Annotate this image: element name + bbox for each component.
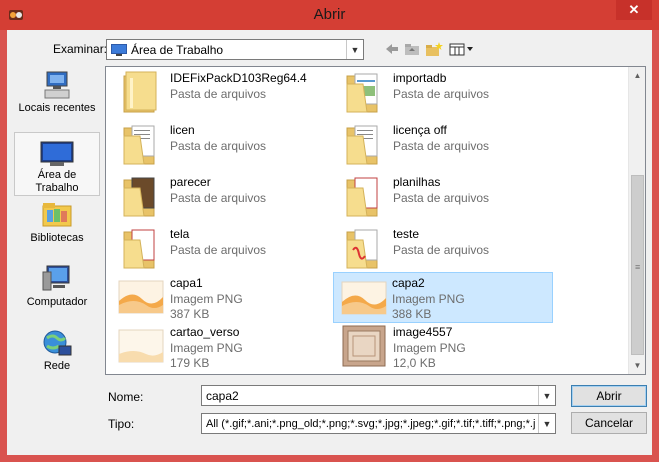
open-button[interactable]: Abrir	[571, 385, 647, 407]
file-kind: Pasta de arquivos	[393, 87, 490, 101]
dialog-window: Abrir ✕ Examinar: Área de Trabalho ▼ Loc…	[0, 0, 659, 462]
place-label: Computador	[26, 296, 88, 308]
file-name: planilhas	[393, 175, 441, 189]
file-kind: Pasta de arquivos	[393, 139, 490, 153]
file-kind: Pasta de arquivos	[170, 139, 267, 153]
place-label: Locais recentes	[18, 102, 96, 114]
libraries-icon	[42, 203, 72, 227]
image-thumbnail	[118, 280, 164, 314]
recent-places-icon	[44, 71, 70, 99]
file-item[interactable]: image4557 Imagem PNG 12,0 KB	[335, 322, 555, 370]
chevron-down-icon[interactable]: ▼	[346, 40, 363, 59]
file-name: capa2	[392, 276, 425, 290]
file-kind: Pasta de arquivos	[393, 243, 490, 257]
filename-label: Nome:	[108, 390, 144, 404]
vertical-scrollbar[interactable]: ▲ ≡ ▼	[628, 67, 645, 374]
lookin-label: Examinar:	[53, 42, 108, 56]
file-item[interactable]: IDEFixPackD103Reg64.4 Pasta de arquivos	[112, 68, 332, 116]
file-item[interactable]: importadb Pasta de arquivos	[335, 68, 555, 116]
file-item[interactable]: planilhas Pasta de arquivos	[335, 172, 555, 220]
desktop-icon	[40, 141, 74, 166]
new-folder-icon[interactable]	[425, 40, 443, 58]
file-size: 12,0 KB	[393, 356, 436, 370]
scroll-down-arrow-icon[interactable]: ▼	[629, 357, 645, 374]
file-name: tela	[170, 227, 190, 241]
view-menu-icon[interactable]	[449, 40, 475, 58]
place-label: Rede	[43, 360, 71, 372]
folder-doc-icon	[346, 73, 378, 113]
file-item[interactable]: teste Pasta de arquivos	[335, 224, 555, 272]
folder-doc-icon	[123, 229, 155, 269]
file-name: importadb	[393, 71, 447, 85]
file-item[interactable]: licen Pasta de arquivos	[112, 120, 332, 168]
file-kind: Pasta de arquivos	[393, 191, 490, 205]
file-name: capa1	[170, 276, 203, 290]
place-desktop[interactable]: Área de Trabalho	[14, 132, 100, 196]
folder-doc-icon	[346, 125, 378, 165]
file-name: parecer	[170, 175, 211, 189]
file-item[interactable]: capa1 Imagem PNG 387 KB	[112, 273, 332, 321]
file-size: 387 KB	[170, 307, 210, 321]
file-list[interactable]: IDEFixPackD103Reg64.4 Pasta de arquivos …	[105, 66, 646, 375]
file-name: cartao_verso	[170, 325, 240, 339]
file-kind: Pasta de arquivos	[170, 191, 267, 205]
scroll-thumb[interactable]: ≡	[631, 175, 644, 355]
file-kind: Imagem PNG	[392, 292, 465, 306]
scroll-up-arrow-icon[interactable]: ▲	[629, 67, 645, 84]
file-size: 179 KB	[170, 356, 210, 370]
close-button[interactable]: ✕	[616, 0, 652, 20]
file-item[interactable]: parecer Pasta de arquivos	[112, 172, 332, 220]
file-kind: Pasta de arquivos	[170, 243, 267, 257]
place-label: Bibliotecas	[30, 232, 84, 244]
up-folder-icon[interactable]	[403, 40, 421, 58]
file-name: IDEFixPackD103Reg64.4	[170, 71, 307, 85]
cancel-button[interactable]: Cancelar	[571, 412, 647, 434]
file-kind: Imagem PNG	[393, 341, 466, 355]
file-item-selected[interactable]: capa2 Imagem PNG 388 KB	[333, 272, 553, 323]
window-title: Abrir	[313, 6, 346, 23]
chevron-down-icon[interactable]: ▼	[538, 414, 555, 433]
file-name: licença off	[393, 123, 447, 137]
filename-value[interactable]: capa2	[206, 389, 239, 403]
filetype-label: Tipo:	[108, 417, 135, 431]
folder-doc-icon	[346, 177, 378, 217]
back-arrow-icon[interactable]	[383, 40, 401, 58]
folder-doc-icon	[123, 125, 155, 165]
file-item[interactable]: tela Pasta de arquivos	[112, 224, 332, 272]
folder-doc-icon	[123, 177, 155, 217]
chevron-down-icon[interactable]: ▼	[538, 386, 555, 405]
image-thumbnail	[342, 325, 386, 367]
grip-icon: ≡	[635, 262, 641, 272]
file-item[interactable]: licença off Pasta de arquivos	[335, 120, 555, 168]
folder-pdf-icon	[346, 229, 378, 269]
image-thumbnail	[341, 281, 387, 315]
filetype-combo[interactable]: All (*.gif;*.ani;*.png_old;*.png;*.svg;*…	[201, 413, 556, 434]
dialog-client: Examinar: Área de Trabalho ▼ Locais rece…	[7, 30, 652, 455]
image-thumbnail	[118, 329, 164, 363]
place-network[interactable]: Rede	[14, 328, 100, 376]
file-kind: Imagem PNG	[170, 341, 243, 355]
place-libraries[interactable]: Bibliotecas	[14, 200, 100, 248]
lookin-value: Área de Trabalho	[131, 43, 224, 57]
lookin-combo[interactable]: Área de Trabalho ▼	[106, 39, 364, 60]
folder-icon	[123, 71, 157, 113]
place-label: Área de Trabalho	[35, 169, 79, 194]
file-item[interactable]: cartao_verso Imagem PNG 179 KB	[112, 322, 332, 370]
desktop-small-icon	[111, 44, 127, 56]
close-icon: ✕	[628, 2, 640, 17]
filename-combo[interactable]: capa2 ▼	[201, 385, 556, 406]
place-recent[interactable]: Locais recentes	[14, 70, 100, 118]
file-size: 388 KB	[392, 307, 432, 321]
file-kind: Pasta de arquivos	[170, 87, 267, 101]
places-bar: Locais recentes Área de Trabalho Bibliot…	[14, 66, 100, 375]
file-name: licen	[170, 123, 195, 137]
computer-icon	[42, 265, 70, 291]
network-icon	[43, 330, 72, 356]
file-kind: Imagem PNG	[170, 292, 243, 306]
title-bar[interactable]: Abrir ✕	[0, 0, 659, 30]
file-name: teste	[393, 227, 420, 241]
filetype-value: All (*.gif;*.ani;*.png_old;*.png;*.svg;*…	[206, 418, 536, 430]
place-computer[interactable]: Computador	[14, 264, 100, 312]
file-name: image4557	[393, 325, 453, 339]
